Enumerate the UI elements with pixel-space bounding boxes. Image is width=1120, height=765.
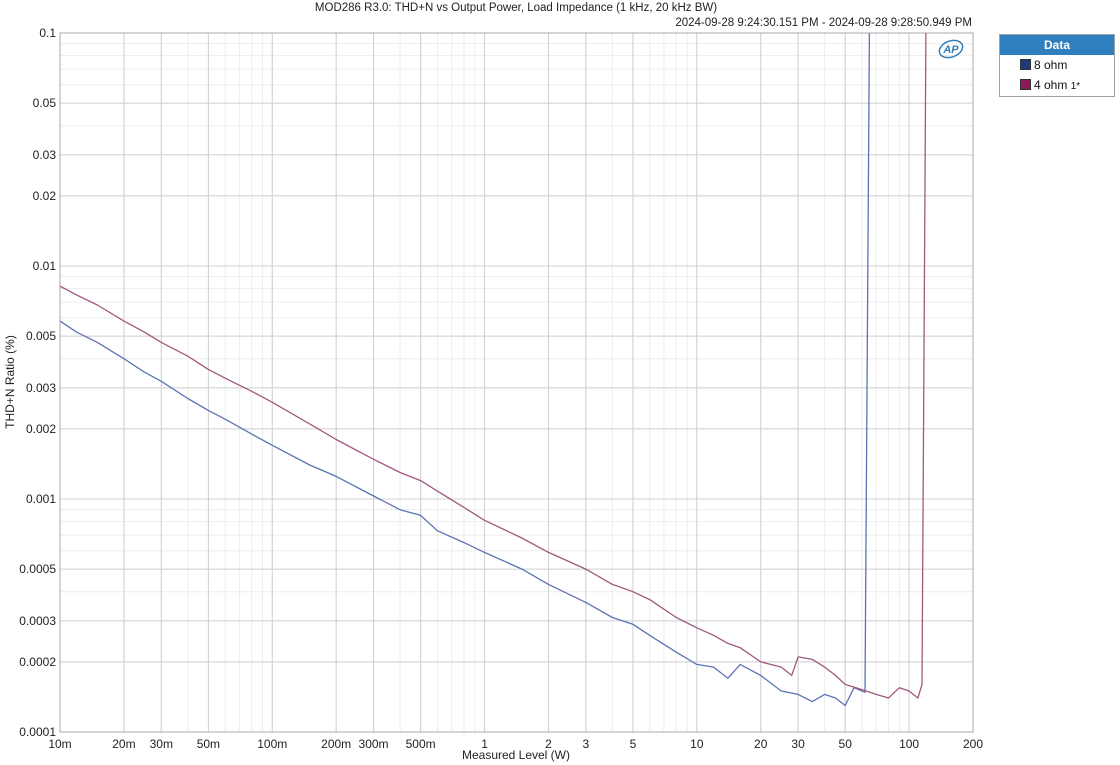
x-tick-label: 5 xyxy=(630,737,637,751)
x-tick-label: 20 xyxy=(754,737,768,751)
y-tick-label: 0.01 xyxy=(33,259,57,273)
legend-swatch-4-ohm xyxy=(1020,79,1031,90)
x-tick-label: 200m xyxy=(321,737,351,751)
major-grid xyxy=(59,32,974,733)
y-tick-label: 0.05 xyxy=(33,96,57,110)
x-tick-label: 3 xyxy=(582,737,589,751)
x-tick-label: 50 xyxy=(839,737,853,751)
svg-text:AP: AP xyxy=(942,44,959,56)
x-tick-label: 10m xyxy=(48,737,71,751)
ap-logo: AP xyxy=(938,39,964,59)
x-tick-label: 50m xyxy=(197,737,220,751)
y-tick-label: 0.0005 xyxy=(19,562,56,576)
y-axis-label: THD+N Ratio (%) xyxy=(3,335,17,429)
x-tick-label: 30 xyxy=(791,737,805,751)
legend-item-8-ohm[interactable]: 8 ohm xyxy=(1000,55,1114,75)
thd-n-chart: 10m 20m 30m 50m 100m 200m 300m 500m 1 2 3 5 10 20 30 50… xyxy=(3,2,983,762)
legend-suffix-4-ohm: 1* xyxy=(1070,81,1081,92)
y-tick-label: 0.003 xyxy=(26,381,56,395)
x-tick-label: 200 xyxy=(963,737,983,751)
x-tick-label: 300m xyxy=(359,737,389,751)
x-tick-label: 30m xyxy=(150,737,173,751)
y-tick-label: 0.005 xyxy=(26,329,56,343)
legend-swatch-8-ohm xyxy=(1020,59,1031,70)
legend-item-4-ohm[interactable]: 4 ohm 1* xyxy=(1000,75,1114,95)
legend-label-4-ohm: 4 ohm 1* xyxy=(1034,78,1081,92)
y-tick-label: 0.001 xyxy=(26,492,56,506)
y-tick-labels: 0.1 0.05 0.03 0.02 0.01 0.005 0.003 0.002 0.001 0… xyxy=(19,26,56,739)
legend-label-8-ohm: 8 ohm xyxy=(1034,58,1068,72)
x-tick-label: 500m xyxy=(406,737,436,751)
chart-title: MOD286 R3.0: THD+N vs Output Power, Load… xyxy=(315,2,717,14)
x-tick-label: 100 xyxy=(899,737,919,751)
y-tick-label: 0.002 xyxy=(26,422,56,436)
plot-frame xyxy=(59,32,974,733)
y-tick-label: 0.0001 xyxy=(19,725,56,739)
legend: Data 8 ohm 4 ohm 1* xyxy=(999,34,1115,97)
x-tick-label: 10 xyxy=(690,737,704,751)
series-line-8-ohm xyxy=(60,33,871,707)
y-tick-label: 0.03 xyxy=(33,148,57,162)
minor-grid xyxy=(59,33,974,733)
x-tick-label: 20m xyxy=(112,737,135,751)
y-tick-label: 0.02 xyxy=(33,189,57,203)
y-tick-label: 0.0003 xyxy=(19,614,56,628)
series-layer xyxy=(60,33,927,707)
series-line-4-ohm xyxy=(60,33,927,699)
x-axis-label: Measured Level (W) xyxy=(462,748,570,762)
y-tick-label: 0.1 xyxy=(39,26,56,40)
legend-title: Data xyxy=(1000,35,1114,55)
y-tick-label: 0.0002 xyxy=(19,655,56,669)
x-tick-label: 100m xyxy=(257,737,287,751)
chart-subtitle: 2024-09-28 9:24:30.151 PM - 2024-09-28 9… xyxy=(675,17,972,29)
